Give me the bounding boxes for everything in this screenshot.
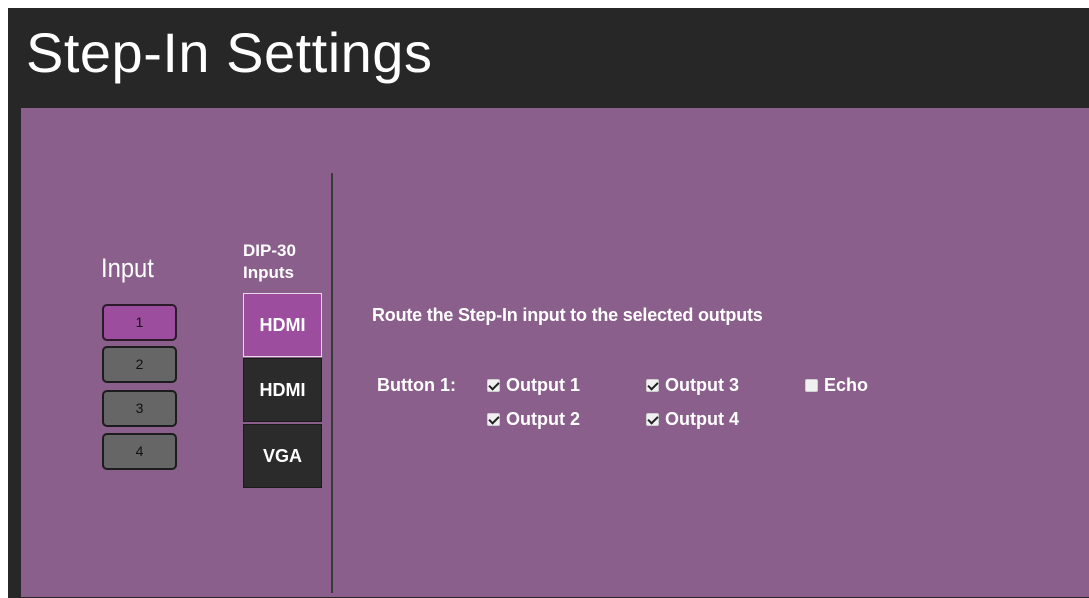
input-button-2[interactable]: 2	[102, 346, 177, 383]
dip-heading-line2: Inputs	[243, 263, 294, 282]
output-1-label: Output 1	[506, 375, 580, 395]
output-3-label: Output 3	[665, 375, 739, 395]
settings-panel: Input 1 2 3 4 DIP-30 Inputs HDMI HDMI VG…	[21, 108, 1089, 597]
dip-column-heading: DIP-30 Inputs	[243, 240, 296, 284]
input-button-3[interactable]: 3	[102, 390, 177, 427]
column-divider	[331, 173, 333, 593]
output-2-checkbox[interactable]	[487, 413, 500, 426]
output-2-option[interactable]: Output 2	[487, 409, 580, 430]
output-1-option[interactable]: Output 1	[487, 375, 580, 396]
input-button-1[interactable]: 1	[102, 304, 177, 341]
dip-input-vga[interactable]: VGA	[243, 424, 322, 488]
echo-checkbox[interactable]	[805, 379, 818, 392]
button-1-label: Button 1:	[377, 375, 456, 395]
dip-input-hdmi-1[interactable]: HDMI	[243, 293, 322, 357]
settings-frame: Step-In Settings Input 1 2 3 4 DIP-30 In…	[8, 8, 1089, 598]
input-column-heading: Input	[101, 253, 154, 283]
echo-label: Echo	[824, 375, 869, 395]
route-description: Route the Step-In input to the selected …	[372, 305, 763, 325]
output-3-option[interactable]: Output 3	[646, 375, 739, 396]
dip-heading-line1: DIP-30	[243, 241, 296, 260]
output-4-option[interactable]: Output 4	[646, 409, 739, 430]
output-4-checkbox[interactable]	[646, 413, 659, 426]
output-4-label: Output 4	[665, 409, 739, 429]
output-3-checkbox[interactable]	[646, 379, 659, 392]
echo-option[interactable]: Echo	[805, 375, 868, 396]
dip-input-hdmi-2[interactable]: HDMI	[243, 358, 322, 422]
input-button-4[interactable]: 4	[102, 433, 177, 470]
output-2-label: Output 2	[506, 409, 580, 429]
output-1-checkbox[interactable]	[487, 379, 500, 392]
page-title: Step-In Settings	[26, 21, 433, 84]
